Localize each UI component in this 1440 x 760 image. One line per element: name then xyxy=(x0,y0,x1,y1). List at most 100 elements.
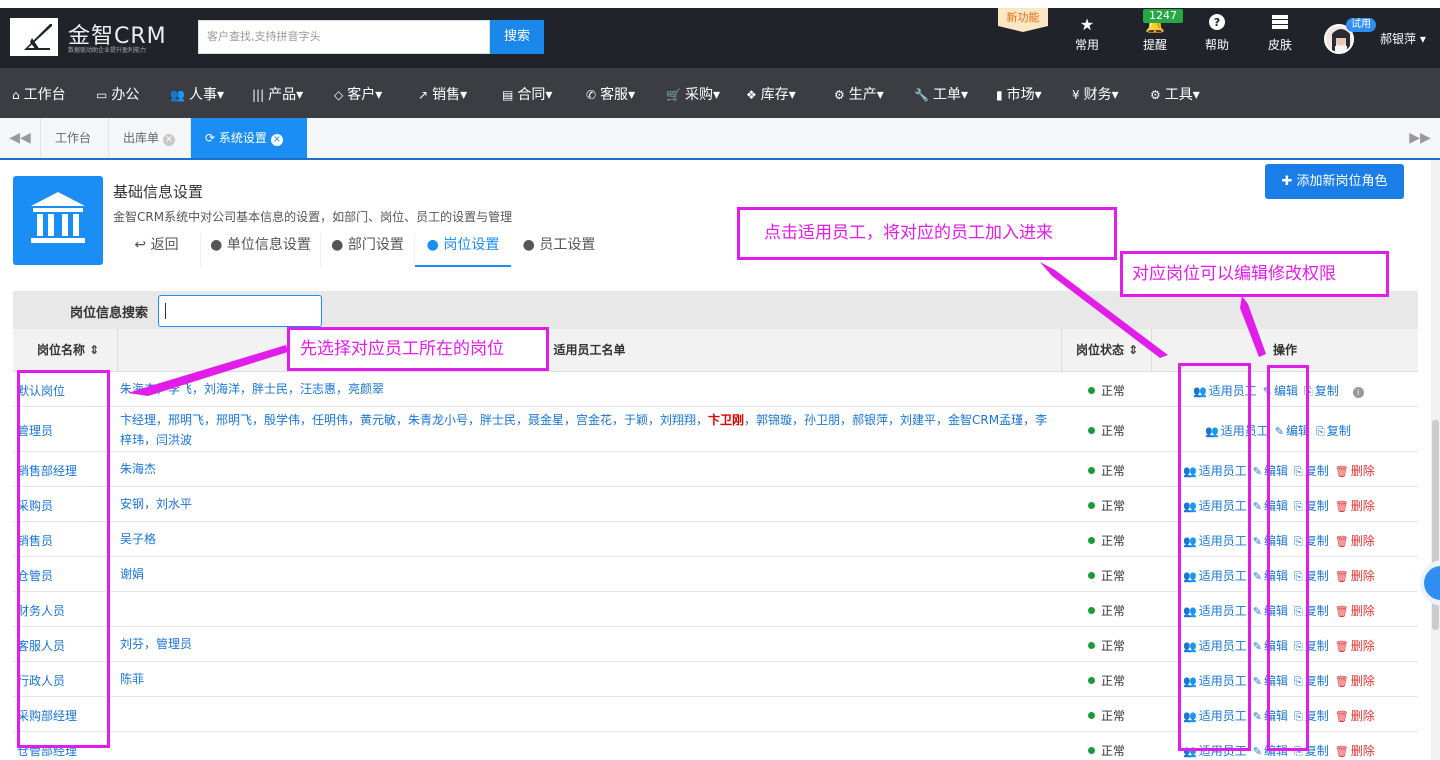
menu-hr[interactable]: 👥 人事▾ xyxy=(170,84,224,104)
delete-link[interactable]: 🗑 删除 xyxy=(1335,674,1375,688)
wrench-icon: 🔧 xyxy=(914,88,929,102)
delete-link[interactable]: 🗑 删除 xyxy=(1335,604,1375,618)
highlight-edit-actions xyxy=(1267,365,1309,751)
staff-list[interactable]: 朱海杰 xyxy=(120,459,1050,479)
subnav-company-info[interactable]: ● 单位信息设置 xyxy=(201,233,321,267)
tool-help[interactable]: ? 帮助 xyxy=(1192,14,1242,58)
sort-icon[interactable]: ⇕ xyxy=(89,343,99,357)
delete-link[interactable]: 🗑 删除 xyxy=(1335,569,1375,583)
back-link[interactable]: ↩ 返回 xyxy=(113,233,201,267)
staff-list[interactable]: 朱海杰，李飞，刘海洋，胖士民，汪志惠，亮颜翠 xyxy=(120,379,1050,399)
tab-outbound[interactable]: 出库单 ✕ xyxy=(108,118,189,158)
highlight-position-column xyxy=(17,370,110,748)
highlight-staff-actions xyxy=(1178,363,1251,751)
menu-product[interactable]: ||| 产品▾ xyxy=(252,84,303,104)
menu-market[interactable]: ▮ 市场▾ xyxy=(996,84,1042,104)
chat-float-button[interactable] xyxy=(1420,560,1440,606)
menu-label: 客服 xyxy=(600,87,629,103)
sort-icon[interactable]: ⇕ xyxy=(1128,343,1138,357)
gears-icon: ⚙ xyxy=(834,88,845,102)
copy-link[interactable]: ⎘ 复制 xyxy=(1316,424,1351,438)
close-icon[interactable]: ✕ xyxy=(163,134,176,146)
tool-skin[interactable]: 皮肤 xyxy=(1255,14,1305,58)
tool-label: 常用 xyxy=(1074,38,1099,52)
staff-list[interactable]: 卞经理，邢明飞，邢明飞，殷学伟，任明伟，黄元敏，朱青龙小号，胖士民，聂金星，宫金… xyxy=(120,410,1050,450)
close-icon[interactable]: ✕ xyxy=(270,134,283,146)
delete-link[interactable]: 🗑 删除 xyxy=(1335,499,1375,513)
tab-system-settings[interactable]: ⟳ 系统设置 ✕ xyxy=(190,118,307,158)
menu-label: 市场 xyxy=(1006,87,1035,103)
menu-office[interactable]: ▭ 办公 xyxy=(96,84,139,104)
delete-link[interactable]: 🗑 删除 xyxy=(1335,534,1375,548)
caret-down-icon: ▾ xyxy=(1419,32,1426,46)
tab-workbench[interactable]: 工作台 xyxy=(40,118,105,158)
menu-workbench[interactable]: ⌂ 工作台 xyxy=(12,84,66,104)
subnav-employee[interactable]: ● 员工设置 xyxy=(511,233,607,267)
menu-label: 办公 xyxy=(111,87,140,103)
tab-scroll-left-icon[interactable]: ◀◀ xyxy=(0,118,40,158)
menu-label: 工单 xyxy=(932,87,961,103)
new-feature-badge[interactable]: 新功能 xyxy=(998,8,1048,32)
position-search-input[interactable] xyxy=(158,295,322,327)
logo[interactable]: 金智CRM 数据驱动助企业提升盈利能力 xyxy=(10,18,190,58)
status-badge: 正常 xyxy=(1088,567,1125,584)
status-badge: 正常 xyxy=(1088,672,1125,689)
annotation-assign-staff: 点击适用员工，将对应的员工加入进来 xyxy=(737,207,1117,260)
home-icon: ⌂ xyxy=(12,88,20,102)
trial-badge: 试用 xyxy=(1346,18,1376,32)
col-header-name[interactable]: 岗位名称 ⇕ xyxy=(13,329,118,372)
add-position-role-button[interactable]: ✚ 添加新岗位角色 xyxy=(1265,164,1404,199)
pencil-icon: ✎ xyxy=(1252,535,1262,548)
delete-link[interactable]: 🗑 删除 xyxy=(1335,709,1375,723)
subnav-label: 岗位设置 xyxy=(443,237,500,253)
username-menu[interactable]: 郝银萍 ▾ xyxy=(1380,30,1426,47)
delete-link[interactable]: 🗑 删除 xyxy=(1335,464,1375,478)
menu-label: 库存 xyxy=(760,87,789,103)
pencil-icon: ✎ xyxy=(1252,710,1262,723)
subnav-label: 部门设置 xyxy=(347,237,404,253)
section-description: 金智CRM系统中对公司基本信息的设置，如部门、岗位、员工的设置与管理 xyxy=(113,210,513,224)
menu-inventory[interactable]: ❖ 库存▾ xyxy=(746,84,796,104)
phone-icon: ✆ xyxy=(586,88,597,102)
yen-icon: ¥ xyxy=(1072,88,1080,102)
tab-scroll-right-icon[interactable]: ▶▶ xyxy=(1400,118,1440,158)
search-button[interactable]: 搜索 xyxy=(490,20,544,54)
delete-link[interactable]: 🗑 删除 xyxy=(1335,744,1375,758)
tool-favorites[interactable]: ★ 常用 xyxy=(1062,14,1112,58)
skin-icon xyxy=(1255,14,1305,36)
menu-finance[interactable]: ¥ 财务▾ xyxy=(1072,84,1119,104)
status-badge: 正常 xyxy=(1088,462,1125,479)
subnav-department[interactable]: ● 部门设置 xyxy=(321,233,415,267)
trash-icon: 🗑 xyxy=(1334,710,1349,723)
col-header-status[interactable]: 岗位状态 ⇕ xyxy=(1062,329,1152,372)
menu-tools[interactable]: ⚙ 工具▾ xyxy=(1150,84,1200,104)
tab-label: 系统设置 xyxy=(218,131,267,145)
copy-link[interactable]: ⎘ 复制 xyxy=(1304,384,1339,398)
bank-icon xyxy=(13,176,103,265)
menu-sales[interactable]: ↗ 销售▾ xyxy=(418,84,467,104)
top-bar: 金智CRM 数据驱动助企业提升盈利能力 客户查找,支持拼音字头 搜索 新功能 ★… xyxy=(0,0,1440,68)
menu-contract[interactable]: ▤ 合同▾ xyxy=(502,84,552,104)
menu-label: 工具 xyxy=(1164,87,1193,103)
pencil-icon: ✎ xyxy=(1252,465,1262,478)
status-badge: 正常 xyxy=(1088,497,1125,514)
pencil-icon: ✎ xyxy=(1252,570,1262,583)
staff-list[interactable]: 刘芬，管理员 xyxy=(120,634,1050,654)
staff-list[interactable]: 安钢，刘水平 xyxy=(120,494,1050,514)
info-icon[interactable]: i xyxy=(1352,387,1364,398)
menu-workorder[interactable]: 🔧 工单▾ xyxy=(914,84,968,104)
menu-label: 合同 xyxy=(517,87,546,103)
menu-purchase[interactable]: 🛒 采购▾ xyxy=(666,84,720,104)
refresh-icon[interactable]: ⟳ xyxy=(205,131,219,145)
subnav-position[interactable]: ● 岗位设置 xyxy=(415,233,511,267)
menu-customer[interactable]: ◇ 客户▾ xyxy=(334,84,382,104)
staff-list[interactable]: 吴子格 xyxy=(120,529,1050,549)
customer-search-input[interactable]: 客户查找,支持拼音字头 xyxy=(198,20,490,54)
menu-service[interactable]: ✆ 客服▾ xyxy=(586,84,635,104)
menu-production[interactable]: ⚙ 生产▾ xyxy=(834,84,884,104)
status-badge: 正常 xyxy=(1088,637,1125,654)
staff-list[interactable]: 谢娟 xyxy=(120,564,1050,584)
menu-label: 财务 xyxy=(1083,87,1112,103)
staff-list[interactable]: 陈菲 xyxy=(120,669,1050,689)
delete-link[interactable]: 🗑 删除 xyxy=(1335,639,1375,653)
